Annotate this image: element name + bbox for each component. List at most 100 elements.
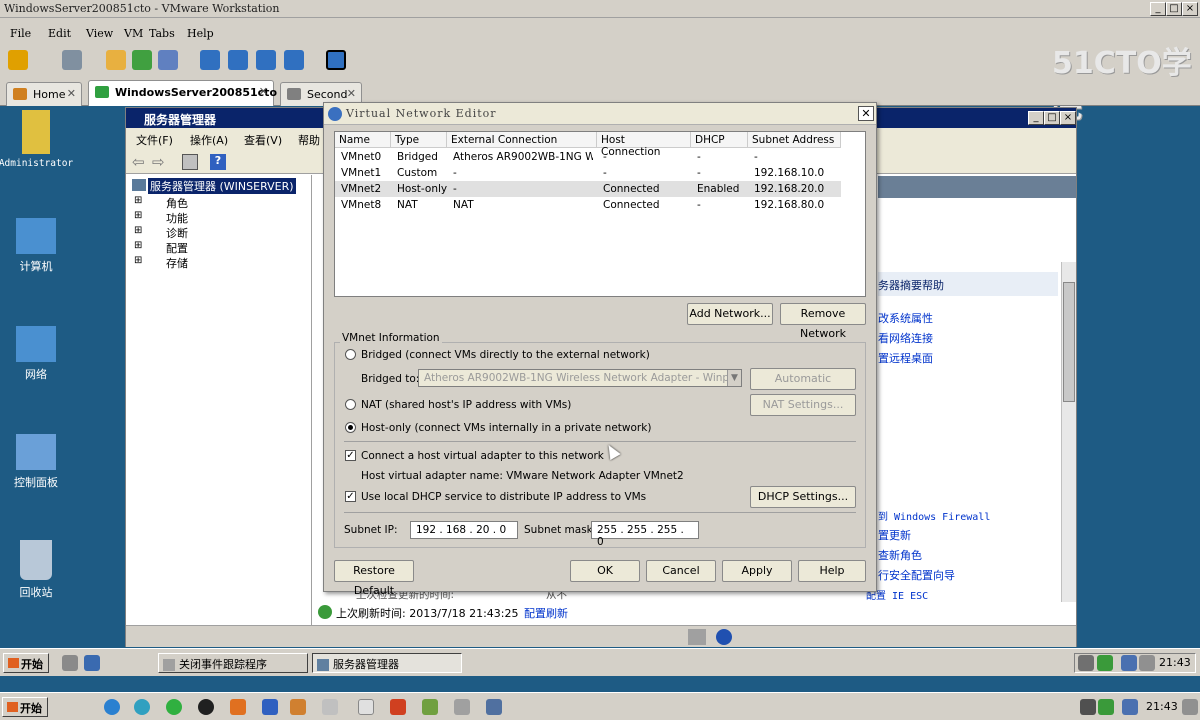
show-desktop-icon[interactable] [84, 655, 100, 671]
bridged-to-select[interactable]: Atheros AR9002WB-1NG Wireless Network Ad… [418, 369, 742, 387]
snapshot-manager-icon[interactable] [158, 50, 178, 70]
use-dhcp-checkbox[interactable]: ✓ [345, 491, 356, 502]
col-type[interactable]: Type [391, 132, 447, 148]
expand-icon[interactable]: ⊞ [134, 195, 142, 206]
add-network-button[interactable]: Add Network... [687, 303, 773, 325]
snapshot-icon[interactable] [106, 50, 126, 70]
qq-icon[interactable] [198, 699, 214, 715]
link-remote-desktop[interactable]: 置远程桌面 [878, 350, 933, 366]
table-row-selected[interactable]: VMnet2 Host-only - Connected Enabled 192… [335, 181, 841, 197]
desktop-icon-control-panel[interactable]: 控制面板 [0, 434, 76, 490]
desktop-icon-administrator[interactable]: Administrator [0, 110, 76, 169]
server-manager-quick-icon[interactable] [62, 655, 78, 671]
link-firewall[interactable]: 到 Windows Firewall [878, 508, 990, 523]
tray-icon[interactable] [1098, 699, 1114, 715]
remove-network-button[interactable]: Remove Network [780, 303, 866, 340]
quick-switch-icon[interactable] [228, 50, 248, 70]
taskbar-shutdown-tracker[interactable]: 关闭事件跟踪程序 [158, 653, 308, 673]
fullscreen-icon[interactable] [256, 50, 276, 70]
forward-arrow-icon[interactable]: ⇨ [152, 153, 165, 171]
sm-menu-help[interactable]: 帮助 [298, 132, 320, 148]
desktop-icon-computer[interactable]: 计算机 [0, 218, 76, 274]
show-hide-tree-icon[interactable] [182, 154, 198, 170]
col-external[interactable]: External Connection [447, 132, 597, 148]
desktop-icon-network[interactable]: 网络 [0, 326, 76, 382]
back-arrow-icon[interactable]: ⇦ [132, 153, 145, 171]
help-status-icon[interactable] [716, 629, 732, 645]
host-start-button[interactable]: 开始 [2, 697, 48, 717]
hostonly-radio[interactable] [345, 422, 356, 433]
ie-green-icon[interactable] [166, 699, 182, 715]
tray-icon[interactable] [1080, 699, 1096, 715]
close-button[interactable]: × [1182, 2, 1198, 16]
subnet-ip-field[interactable]: 192 . 168 . 20 . 0 [410, 521, 518, 539]
sm-menu-action[interactable]: 操作(A) [190, 132, 228, 148]
desktop-icon-recycle-bin[interactable]: 回收站 [0, 540, 76, 600]
nat-settings-button[interactable]: NAT Settings... [750, 394, 856, 416]
link-system-properties[interactable]: 改系统属性 [878, 310, 933, 326]
connect-adapter-checkbox[interactable]: ✓ [345, 450, 356, 461]
expand-icon[interactable]: ⊞ [134, 240, 142, 251]
tray-icon[interactable] [1122, 699, 1138, 715]
browser-icon[interactable] [134, 699, 150, 715]
apply-button[interactable]: Apply [722, 560, 792, 582]
table-row[interactable]: VMnet8 NAT NAT Connected - 192.168.80.0 [335, 197, 841, 213]
expand-icon[interactable]: ⊞ [134, 225, 142, 236]
sm-close-button[interactable]: × [1060, 111, 1076, 125]
nat-radio[interactable] [345, 399, 356, 410]
menu-vm[interactable]: VM [124, 27, 143, 40]
app-icon[interactable] [486, 699, 502, 715]
col-subnet[interactable]: Subnet Address [748, 132, 841, 148]
tree-item-configuration[interactable]: 配置 [166, 240, 188, 256]
tab-windowsserver[interactable]: WindowsServer200851cto ✕ [88, 80, 277, 106]
table-row[interactable]: VMnet1 Custom - - - 192.168.10.0 [335, 165, 841, 181]
expand-icon[interactable]: ⊞ [134, 255, 142, 266]
network-tray-icon[interactable] [1121, 655, 1137, 671]
help-icon[interactable]: ? [210, 154, 226, 170]
scroll-thumb[interactable] [1063, 282, 1075, 402]
refresh-icon[interactable] [318, 605, 332, 619]
restore-default-button[interactable]: Restore Default [334, 560, 414, 597]
chevron-down-icon[interactable]: ▼ [727, 370, 741, 386]
taskbar-server-manager[interactable]: 服务器管理器 [312, 653, 462, 673]
vmnet-list[interactable]: Name Type External Connection Host Conne… [334, 131, 866, 297]
menu-file[interactable]: File [10, 27, 31, 40]
app-icon[interactable] [230, 699, 246, 715]
sm-menu-view[interactable]: 查看(V) [244, 132, 282, 148]
volume-icon[interactable] [1139, 655, 1155, 671]
vmware-tools-icon[interactable] [1078, 655, 1094, 671]
send-ctrl-alt-del-icon[interactable] [62, 50, 82, 70]
sm-maximize-button[interactable]: □ [1044, 111, 1060, 125]
tab-home[interactable]: Home ✕ [6, 82, 82, 106]
tree-item-storage[interactable]: 存储 [166, 255, 188, 271]
col-host[interactable]: Host Connection [597, 132, 691, 158]
tree-item-roles[interactable]: 角色 [166, 195, 188, 211]
app-icon[interactable] [262, 699, 278, 715]
menu-view[interactable]: View [86, 27, 113, 40]
dialog-close-button[interactable]: ✕ [858, 106, 874, 121]
menu-help[interactable]: Help [187, 27, 214, 40]
expand-icon[interactable]: ⊞ [134, 210, 142, 221]
cancel-button[interactable]: Cancel [646, 560, 716, 582]
guest-start-button[interactable]: 开始 [3, 653, 49, 673]
close-tab-icon[interactable]: ✕ [67, 87, 76, 100]
sm-scrollbar[interactable] [1061, 262, 1076, 602]
console-view-icon[interactable] [326, 50, 346, 70]
powerpoint-icon[interactable] [390, 699, 406, 715]
app-icon[interactable] [358, 699, 374, 715]
configure-refresh-link[interactable]: 配置刷新 [524, 605, 568, 621]
tree-item-diagnostics[interactable]: 诊断 [166, 225, 188, 241]
ie-icon[interactable] [104, 699, 120, 715]
subnet-mask-field[interactable]: 255 . 255 . 255 . 0 [591, 521, 699, 548]
close-tab-icon[interactable]: ✕ [259, 85, 268, 98]
sidebar-icon[interactable] [200, 50, 220, 70]
revert-snapshot-icon[interactable] [132, 50, 152, 70]
close-tab-icon[interactable]: ✕ [347, 87, 356, 100]
sm-minimize-button[interactable]: _ [1028, 111, 1044, 125]
link-check-roles[interactable]: 查新角色 [878, 547, 922, 563]
link-updates[interactable]: 置更新 [878, 527, 911, 543]
col-name[interactable]: Name [335, 132, 391, 148]
sm-menu-file[interactable]: 文件(F) [136, 132, 173, 148]
link-network-connections[interactable]: 看网络连接 [878, 330, 933, 346]
bridged-radio[interactable] [345, 349, 356, 360]
